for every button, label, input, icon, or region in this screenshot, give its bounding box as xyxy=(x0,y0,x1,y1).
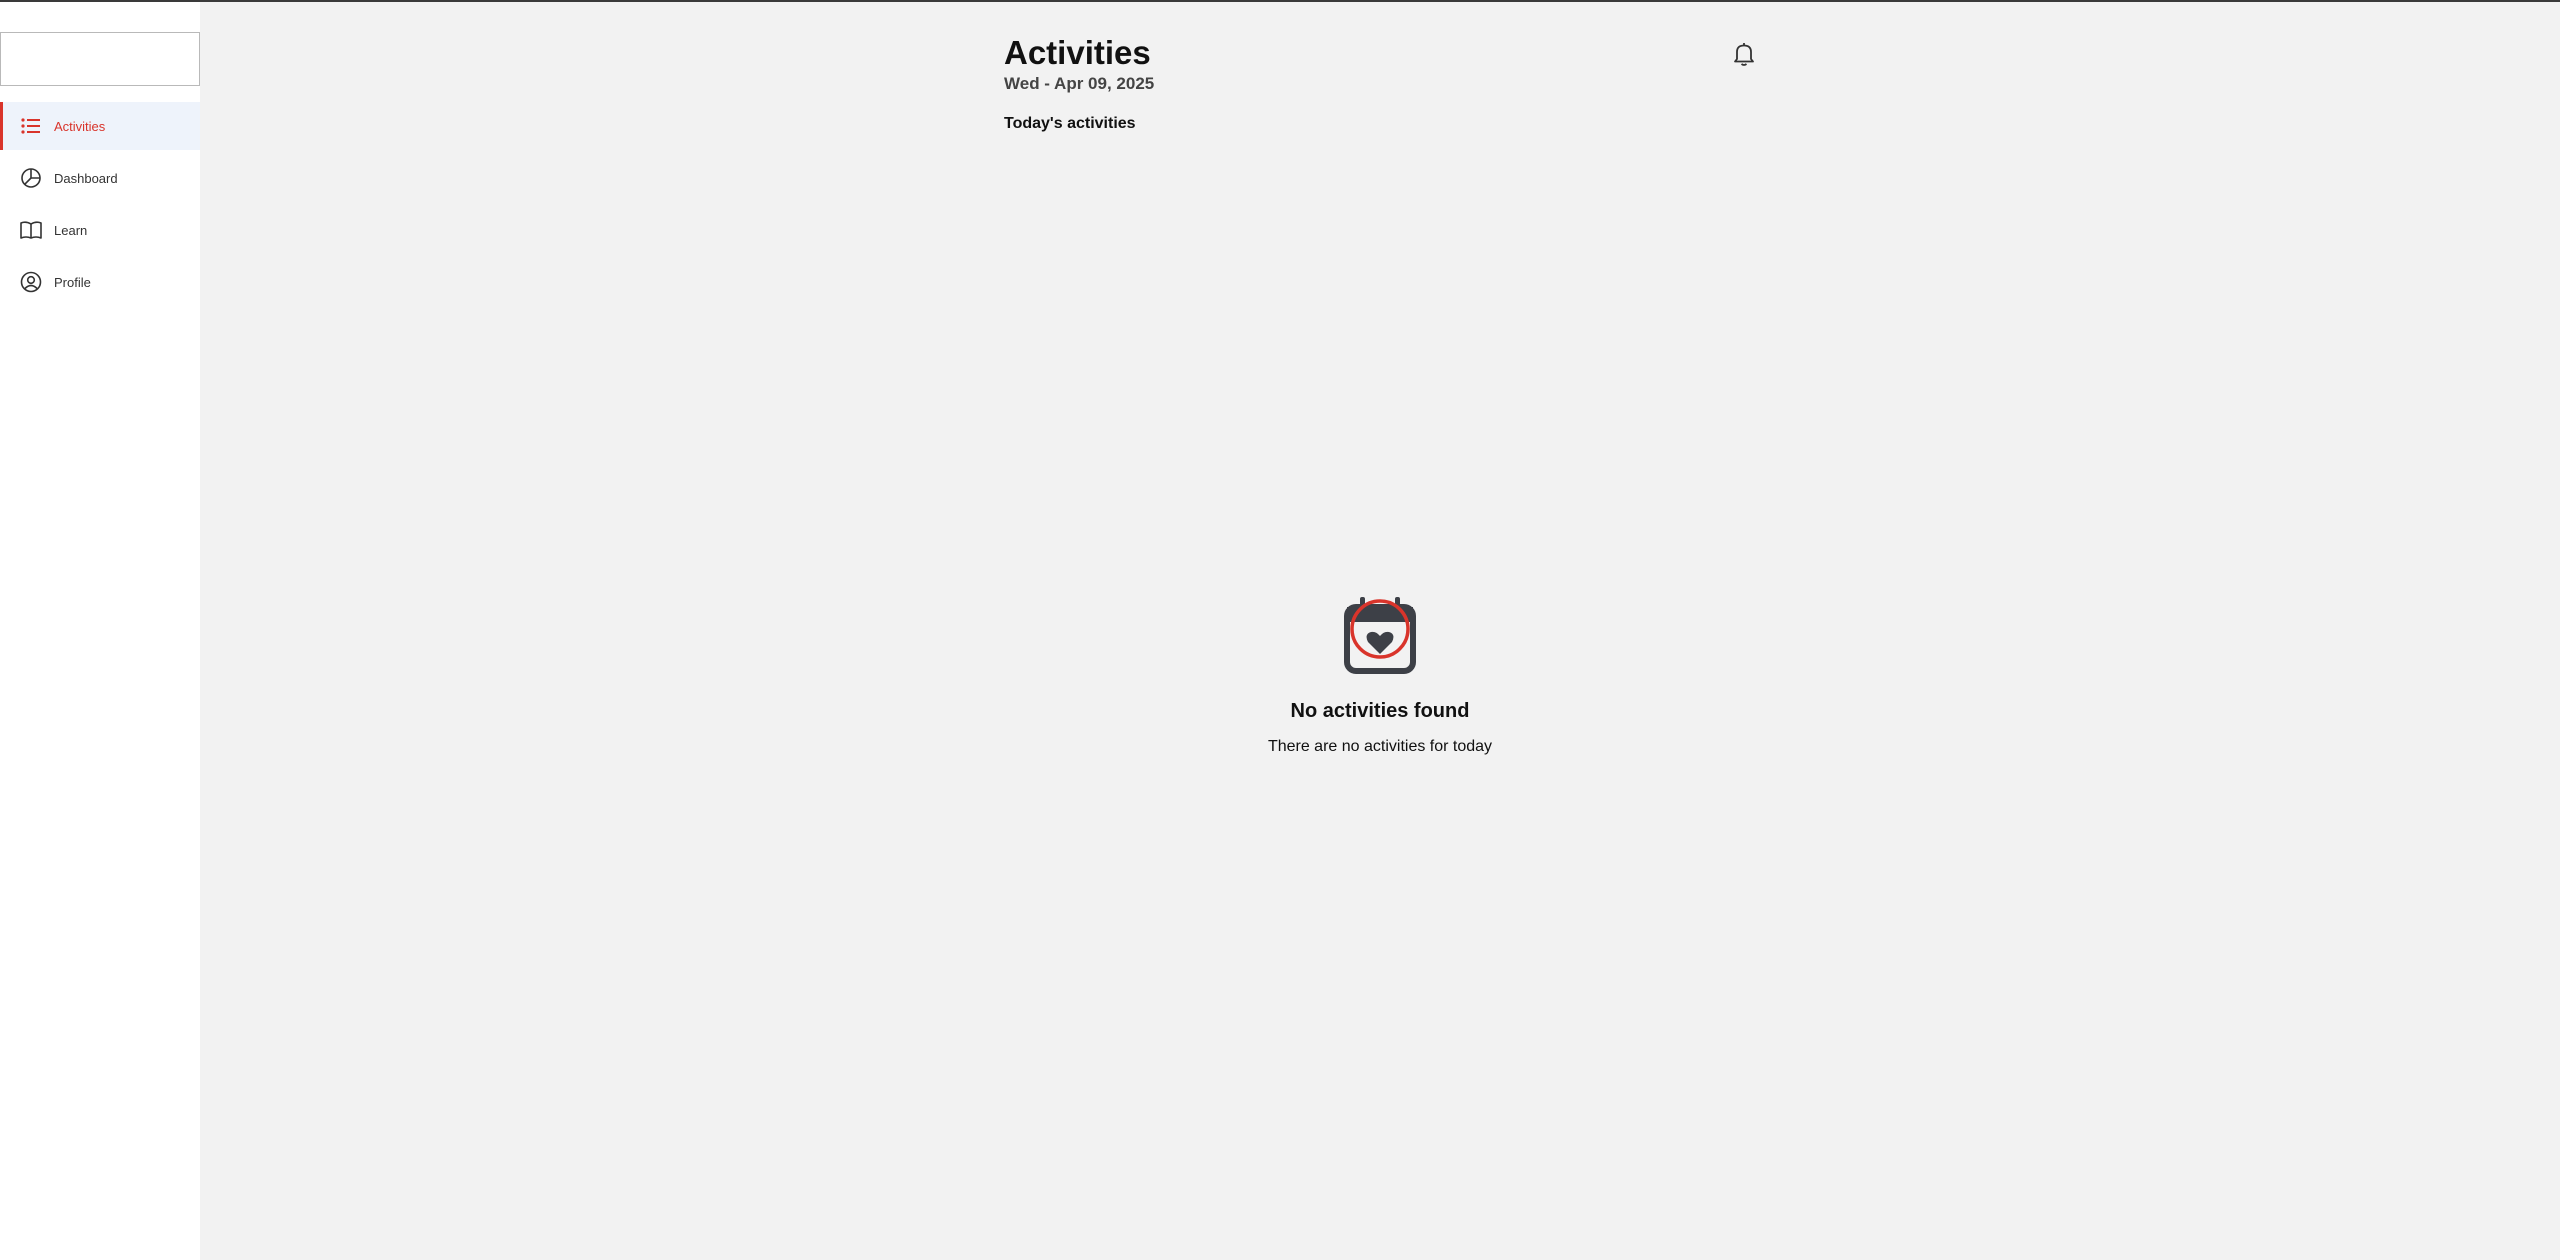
bell-icon xyxy=(1734,43,1754,66)
sidebar-item-profile[interactable]: Profile xyxy=(0,258,200,306)
book-icon xyxy=(18,217,44,243)
app-window: Activities Dashboard Learn Profile Activ… xyxy=(0,0,2560,1260)
sidebar-item-label: Activities xyxy=(54,118,106,134)
logo-placeholder[interactable] xyxy=(0,32,200,86)
sidebar-item-label: Dashboard xyxy=(54,170,118,186)
sidebar-item-label: Profile xyxy=(54,274,91,290)
sidebar: Activities Dashboard Learn Profile xyxy=(0,2,200,1260)
empty-state-subtitle: There are no activities for today xyxy=(1267,738,1493,755)
pie-chart-icon xyxy=(18,165,44,191)
section-title: Today's activities xyxy=(1004,115,1136,132)
sidebar-item-learn[interactable]: Learn xyxy=(0,206,200,254)
calendar-heart-icon xyxy=(1338,594,1422,678)
page-title: Activities xyxy=(1004,34,1151,71)
page-date: Wed - Apr 09, 2025 xyxy=(1004,74,1155,93)
empty-state-title: No activities found xyxy=(1290,700,1470,722)
sidebar-item-dashboard[interactable]: Dashboard xyxy=(0,154,200,202)
notifications-button[interactable] xyxy=(1729,39,1759,69)
list-icon xyxy=(18,113,44,139)
sidebar-item-label: Learn xyxy=(54,222,88,238)
user-circle-icon xyxy=(18,269,44,295)
sidebar-nav: Activities Dashboard Learn Profile xyxy=(0,102,200,310)
sidebar-item-activities[interactable]: Activities xyxy=(0,102,200,150)
top-border xyxy=(0,0,2560,2)
